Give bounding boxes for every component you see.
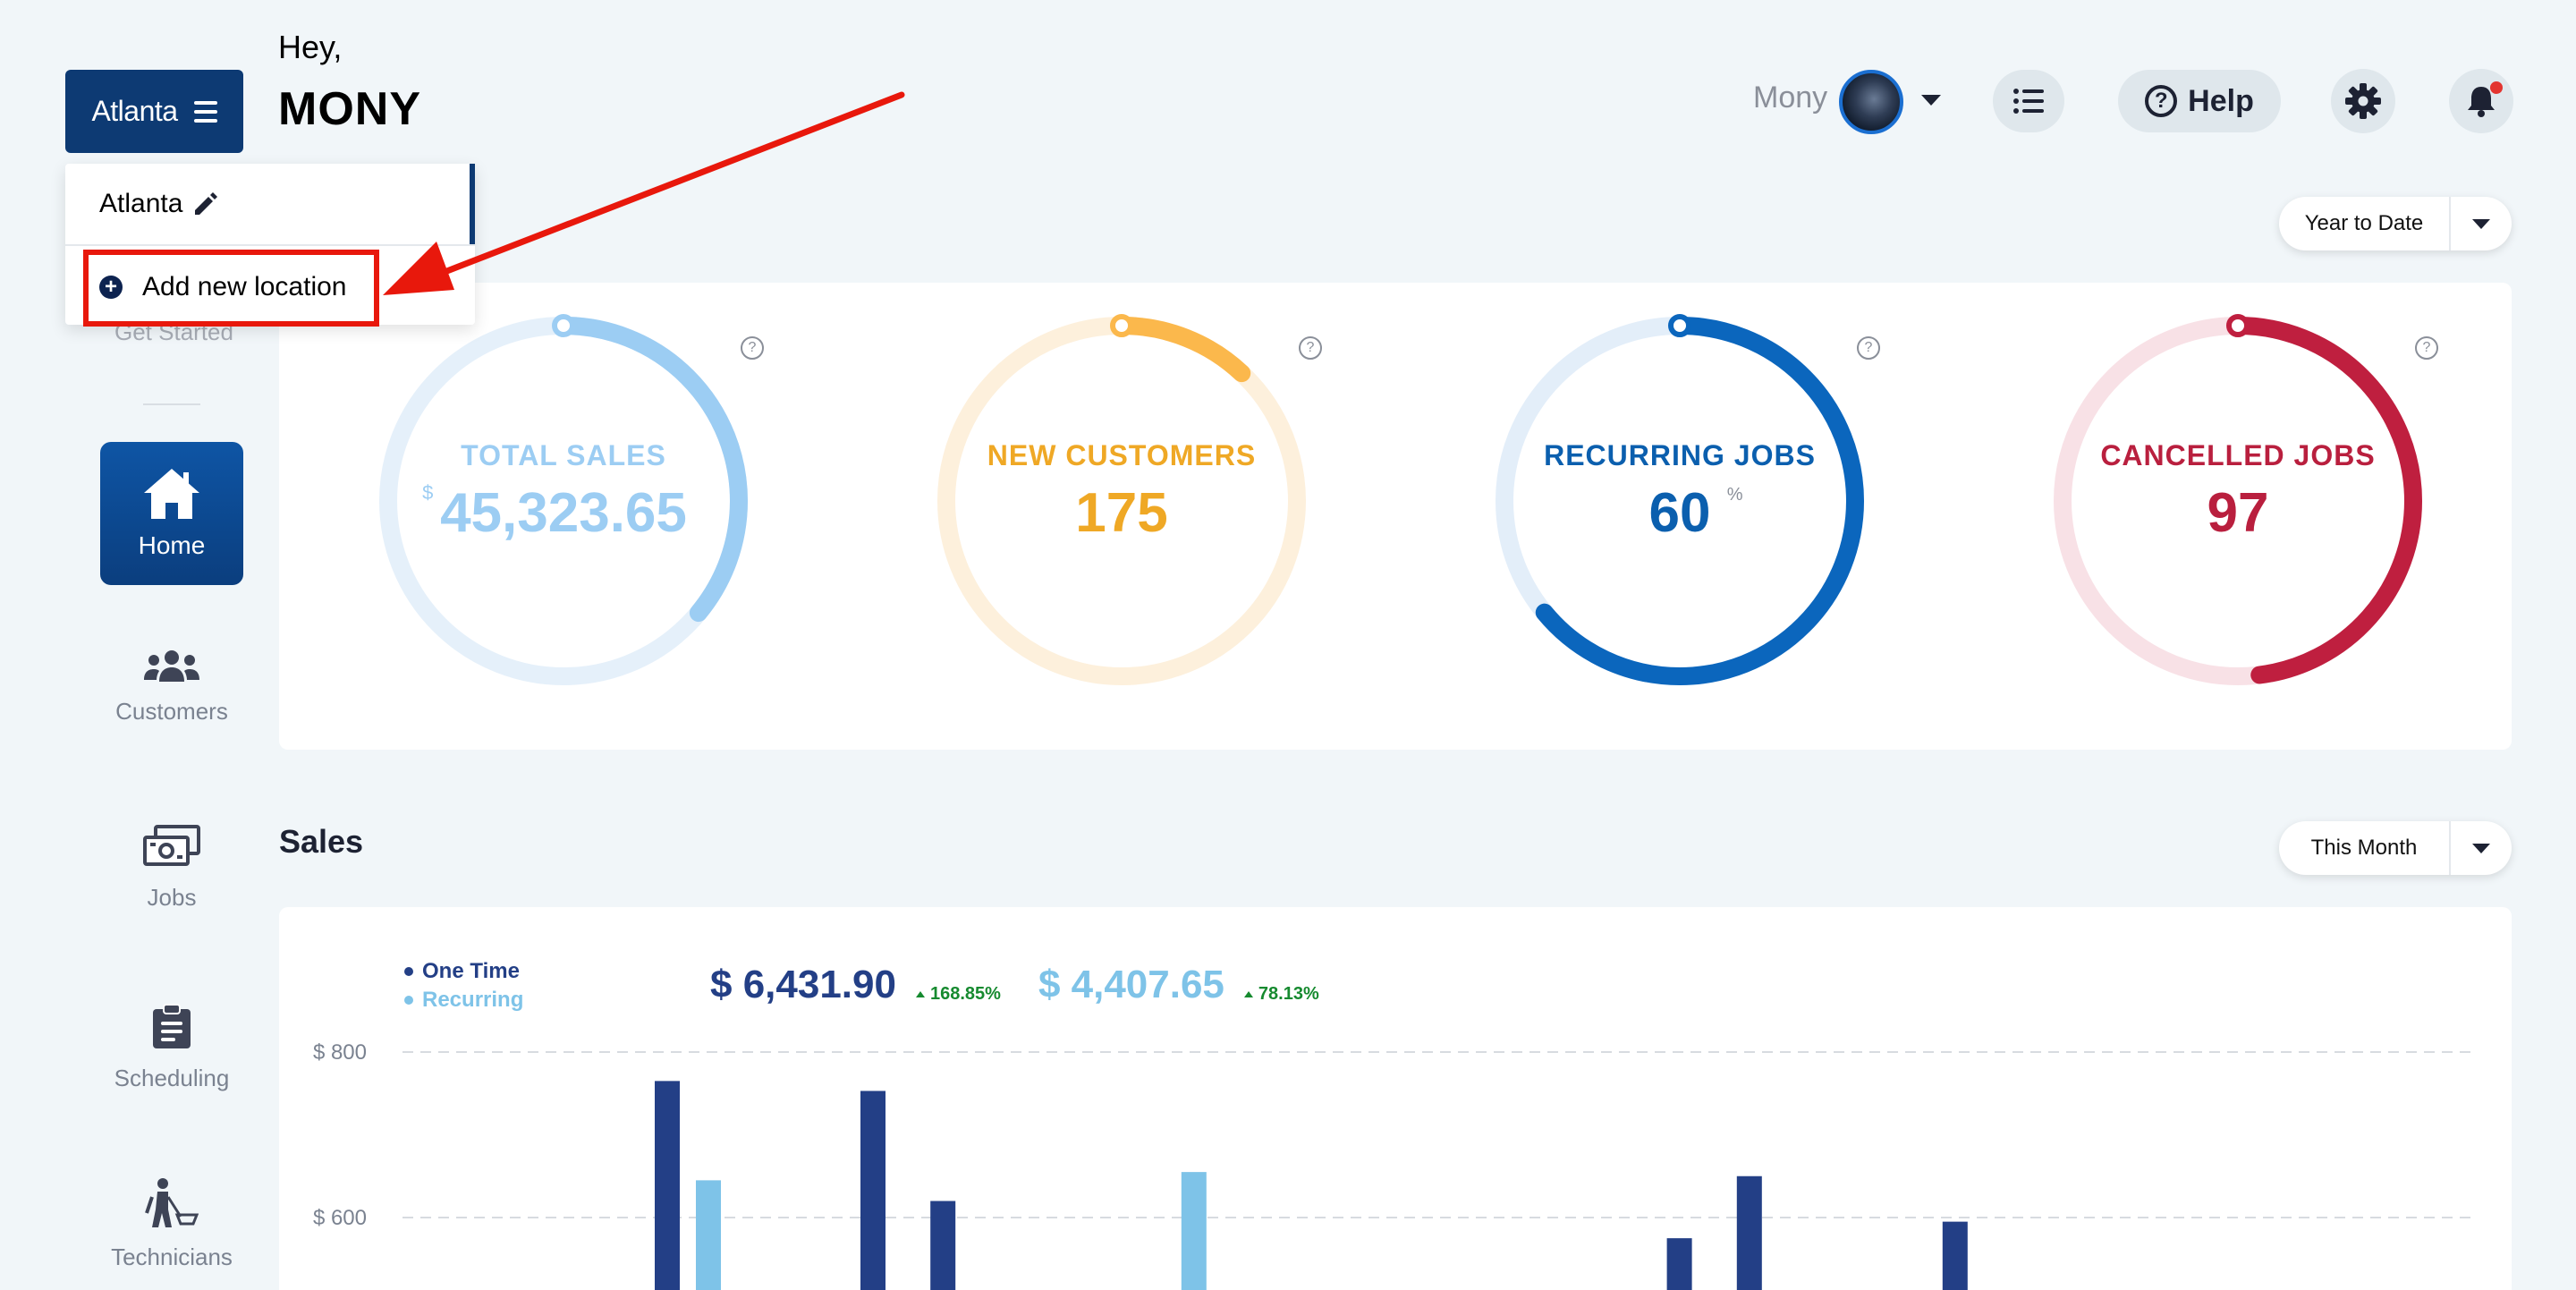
- sidebar-item-technicians[interactable]: Technicians: [100, 1177, 243, 1271]
- chevron-down-icon[interactable]: [2451, 843, 2512, 853]
- gauge-value: 97: [2207, 481, 2269, 545]
- sidebar-divider: [143, 403, 200, 405]
- home-icon: [144, 469, 199, 519]
- notifications-button[interactable]: [2449, 69, 2513, 133]
- sidebar-item-home[interactable]: Home: [100, 442, 243, 585]
- technician-icon: [145, 1178, 199, 1227]
- bar-one-time[interactable]: [655, 1081, 680, 1290]
- recurring-total: $ 4,407.65: [1038, 963, 1224, 1006]
- one-time-total: $ 6,431.90: [710, 963, 896, 1006]
- location-button-label: Atlanta: [91, 95, 178, 127]
- one-time-change: 168.85%: [915, 984, 1001, 1005]
- new-customers-gauge: NEW CUSTOMERS 175: [925, 304, 1318, 698]
- cancelled-jobs-gauge: CANCELLED JOBS 97: [2041, 304, 2435, 698]
- sales-period-select[interactable]: This Month: [2279, 821, 2512, 875]
- sidebar-item-label: Scheduling: [114, 1065, 230, 1091]
- jobs-icon: [143, 825, 200, 866]
- plus-circle-icon: +: [99, 276, 123, 299]
- stats-period-value: Year to Date: [2304, 211, 2424, 235]
- gauge-suffix: %: [1726, 485, 1743, 505]
- sales-title: Sales: [279, 823, 364, 860]
- bar-one-time[interactable]: [930, 1201, 956, 1290]
- y-tick-label: $ 800: [313, 1040, 367, 1065]
- sidebar-item-label: Customers: [115, 698, 228, 725]
- gauge-label: RECURRING JOBS: [1544, 439, 1816, 471]
- sidebar-item-label: Technicians: [111, 1243, 233, 1270]
- legend-label: Recurring: [422, 988, 524, 1012]
- sales-period-value: This Month: [2310, 836, 2418, 860]
- help-tooltip-icon[interactable]: ?: [1857, 336, 1880, 360]
- recurring-jobs-gauge: RECURRING JOBS 60 %: [1483, 304, 1877, 698]
- gauge-label: NEW CUSTOMERS: [987, 439, 1257, 471]
- bar-one-time[interactable]: [1736, 1175, 1762, 1290]
- stats-card: TOTAL SALES $ 45,323.65 ? NEW CUSTOMERS …: [279, 283, 2512, 750]
- bar-one-time[interactable]: [1942, 1221, 1968, 1290]
- customers-icon: [144, 650, 199, 682]
- legend-dot: [404, 967, 413, 976]
- bar-recurring[interactable]: [1181, 1172, 1207, 1290]
- sidebar-item-label: Home: [138, 531, 206, 559]
- trend-up-icon: [915, 991, 925, 997]
- greeting-name: MONY: [278, 83, 421, 135]
- gauge-number: 60: [1648, 482, 1711, 544]
- total-sales-gauge: TOTAL SALES $ 45,323.65: [367, 304, 760, 698]
- change-value: 168.85%: [929, 984, 1001, 1004]
- clipboard-icon: [153, 1004, 191, 1048]
- sidebar-item-label: Jobs: [147, 884, 197, 911]
- sales-chart-card: $ 800 $ 600 One Time Recurring $ 6,431.90…: [279, 907, 2512, 1290]
- help-label: Help: [2188, 83, 2254, 118]
- location-menu-item-current[interactable]: Atlanta: [65, 164, 475, 244]
- add-new-location-button[interactable]: + Add new location: [99, 260, 347, 314]
- chart-legend: One Time Recurring: [404, 957, 523, 1014]
- stats-period-select[interactable]: Year to Date: [2279, 197, 2512, 250]
- greeting-prefix: Hey,: [278, 29, 343, 65]
- gauge-value: 175: [1075, 481, 1167, 545]
- change-value: 78.13%: [1258, 984, 1319, 1004]
- avatar[interactable]: [1839, 70, 1903, 134]
- gauge-number: 175: [1075, 482, 1168, 544]
- help-tooltip-icon[interactable]: ?: [2415, 336, 2438, 360]
- chevron-down-icon[interactable]: [1921, 95, 1941, 106]
- location-switcher-button[interactable]: Atlanta: [65, 70, 243, 153]
- menu-divider: [65, 244, 475, 246]
- gauge-number: 45,323.65: [440, 482, 687, 544]
- list-icon: [2013, 89, 2044, 114]
- y-tick-label: $ 600: [313, 1206, 367, 1230]
- gauge-label: TOTAL SALES: [461, 439, 666, 471]
- notification-dot: [2490, 81, 2503, 94]
- bar-recurring[interactable]: [696, 1180, 721, 1290]
- sidebar-item-customers[interactable]: Customers: [100, 649, 243, 726]
- legend-label: One Time: [422, 959, 520, 983]
- bar-one-time[interactable]: [1666, 1238, 1692, 1290]
- sidebar-item-jobs[interactable]: Jobs: [100, 825, 243, 912]
- task-list-button[interactable]: [1993, 70, 2064, 132]
- settings-button[interactable]: [2331, 69, 2395, 133]
- trend-up-icon: [1243, 991, 1253, 997]
- legend-item-recurring[interactable]: Recurring: [404, 986, 523, 1014]
- sales-bar-chart: $ 800 $ 600: [313, 1040, 2472, 1290]
- user-name[interactable]: Mony: [1753, 81, 1827, 115]
- pencil-icon[interactable]: [191, 191, 218, 217]
- gauge-prefix: $: [422, 481, 434, 504]
- gauge-value: 60 %: [1648, 481, 1743, 545]
- sidebar-item-scheduling[interactable]: Scheduling: [100, 1004, 243, 1092]
- hamburger-icon: [193, 100, 217, 123]
- sales-totals: $ 6,431.90 168.85% $ 4,407.65 78.13%: [710, 963, 1319, 1007]
- recurring-change: 78.13%: [1243, 984, 1319, 1005]
- gauge-value: $ 45,323.65: [422, 481, 687, 545]
- legend-dot: [404, 996, 413, 1005]
- help-tooltip-icon[interactable]: ?: [741, 336, 764, 360]
- location-name: Atlanta: [99, 189, 183, 218]
- location-menu: Atlanta + Add new location: [65, 164, 475, 325]
- gear-icon: [2345, 83, 2381, 119]
- gauge-label: CANCELLED JOBS: [2100, 439, 2376, 471]
- help-tooltip-icon[interactable]: ?: [1299, 336, 1322, 360]
- help-button[interactable]: ? Help: [2118, 70, 2281, 132]
- bar-one-time[interactable]: [860, 1091, 886, 1290]
- question-icon: ?: [2145, 85, 2178, 117]
- chevron-down-icon[interactable]: [2451, 218, 2512, 229]
- gauge-number: 97: [2207, 482, 2269, 544]
- legend-item-one-time[interactable]: One Time: [404, 957, 523, 986]
- add-location-label: Add new location: [142, 272, 347, 301]
